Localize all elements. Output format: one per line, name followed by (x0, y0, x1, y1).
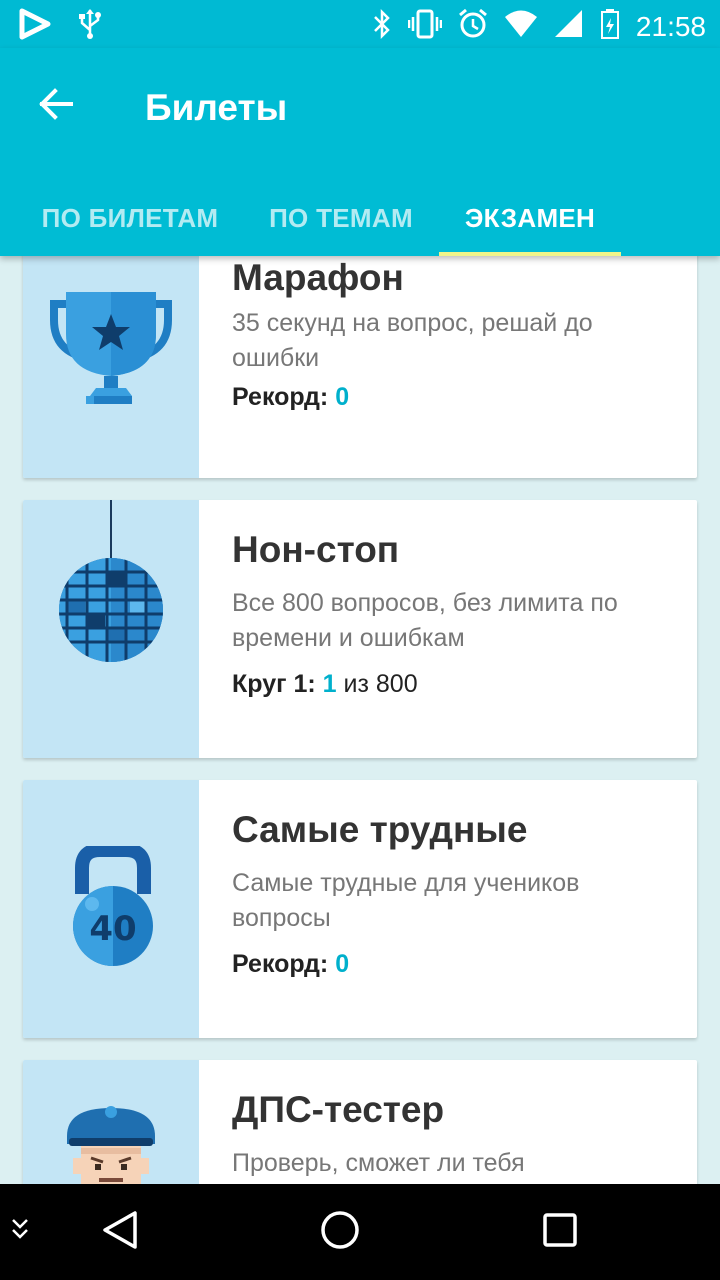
nav-back-button[interactable] (80, 1184, 160, 1280)
stat-label: Круг 1: (232, 670, 316, 698)
card-art (23, 256, 199, 478)
battery-icon (600, 8, 620, 45)
collapse-icon (10, 1216, 30, 1249)
kettlebell-weight-label: 40 (89, 909, 136, 949)
tab-exam[interactable]: ЭКЗАМЕН (439, 180, 621, 256)
page-title: Билеты (145, 87, 288, 128)
card-title: Нон-стоп (232, 529, 400, 570)
card-description: Все 800 вопросов, без лимита по времени … (232, 589, 618, 652)
card-description: 35 секунд на вопрос, решай до ошибки (232, 309, 593, 372)
card-title: ДПС-тестер (232, 1089, 445, 1130)
card-title: Марафон (232, 257, 404, 298)
stat-suffix: из 800 (343, 670, 418, 698)
stat-value: 0 (335, 950, 350, 978)
card-description: Самые трудные для учеников вопросы (232, 869, 580, 932)
play-store-icon (18, 8, 52, 45)
card-dps-tester[interactable]: ДПС-тестер Проверь, сможет ли тебя (23, 1060, 697, 1184)
signal-icon (554, 8, 584, 45)
wifi-icon (504, 8, 538, 45)
home-circle-icon (320, 1210, 360, 1255)
card-stat: Рекорд: 0 (232, 947, 349, 981)
system-nav-bar (0, 1184, 720, 1280)
card-title: Самые трудные (232, 809, 528, 850)
card-art: 40 (23, 780, 199, 1038)
bluetooth-icon (372, 8, 392, 45)
tab-bar: ПО БИЛЕТАМ ПО ТЕМАМ ЭКЗАМЕН (0, 180, 720, 256)
police-officer-icon (67, 1106, 155, 1184)
status-bar: 21:58 (0, 0, 720, 48)
card-marathon[interactable]: Марафон 35 секунд на вопрос, решай до ош… (23, 256, 697, 478)
card-non-stop[interactable]: Нон-стоп Все 800 вопросов, без лимита по… (23, 500, 697, 758)
status-time: 21:58 (635, 10, 706, 42)
disco-ball-icon (59, 500, 163, 662)
stat-value: 0 (335, 383, 350, 411)
tab-by-tickets[interactable]: ПО БИЛЕТАМ (20, 180, 240, 256)
stat-label: Рекорд: (232, 383, 329, 411)
nav-home-button[interactable] (300, 1184, 380, 1280)
usb-icon (78, 8, 102, 45)
card-stat: Рекорд: 0 (232, 380, 349, 414)
nav-recents-button[interactable] (520, 1184, 600, 1280)
app-bar: Билеты ПО БИЛЕТАМ ПО ТЕМАМ ЭКЗАМЕН (0, 48, 720, 256)
tab-indicator (439, 252, 621, 256)
kettlebell-icon: 40 (73, 846, 153, 966)
trophy-icon (50, 292, 172, 404)
recents-square-icon (542, 1212, 578, 1253)
exam-mode-list[interactable]: Марафон 35 секунд на вопрос, решай до ош… (0, 256, 720, 1184)
stat-label: Рекорд: (232, 950, 329, 978)
stat-value: 1 (322, 670, 337, 698)
card-hardest[interactable]: 40 Самые трудные Самые трудные для учени… (23, 780, 697, 1038)
card-stat: Круг 1: 1 из 800 (232, 667, 418, 701)
collapse-button[interactable] (0, 1184, 40, 1280)
card-art (23, 1060, 199, 1184)
tab-by-topics[interactable]: ПО ТЕМАМ (252, 180, 430, 256)
card-description: Проверь, сможет ли тебя (232, 1149, 525, 1177)
vibrate-icon (407, 8, 443, 45)
alarm-icon (458, 8, 488, 45)
back-button[interactable] (24, 74, 88, 138)
card-art (23, 500, 199, 758)
back-triangle-icon (101, 1210, 139, 1255)
arrow-left-icon (38, 86, 74, 127)
